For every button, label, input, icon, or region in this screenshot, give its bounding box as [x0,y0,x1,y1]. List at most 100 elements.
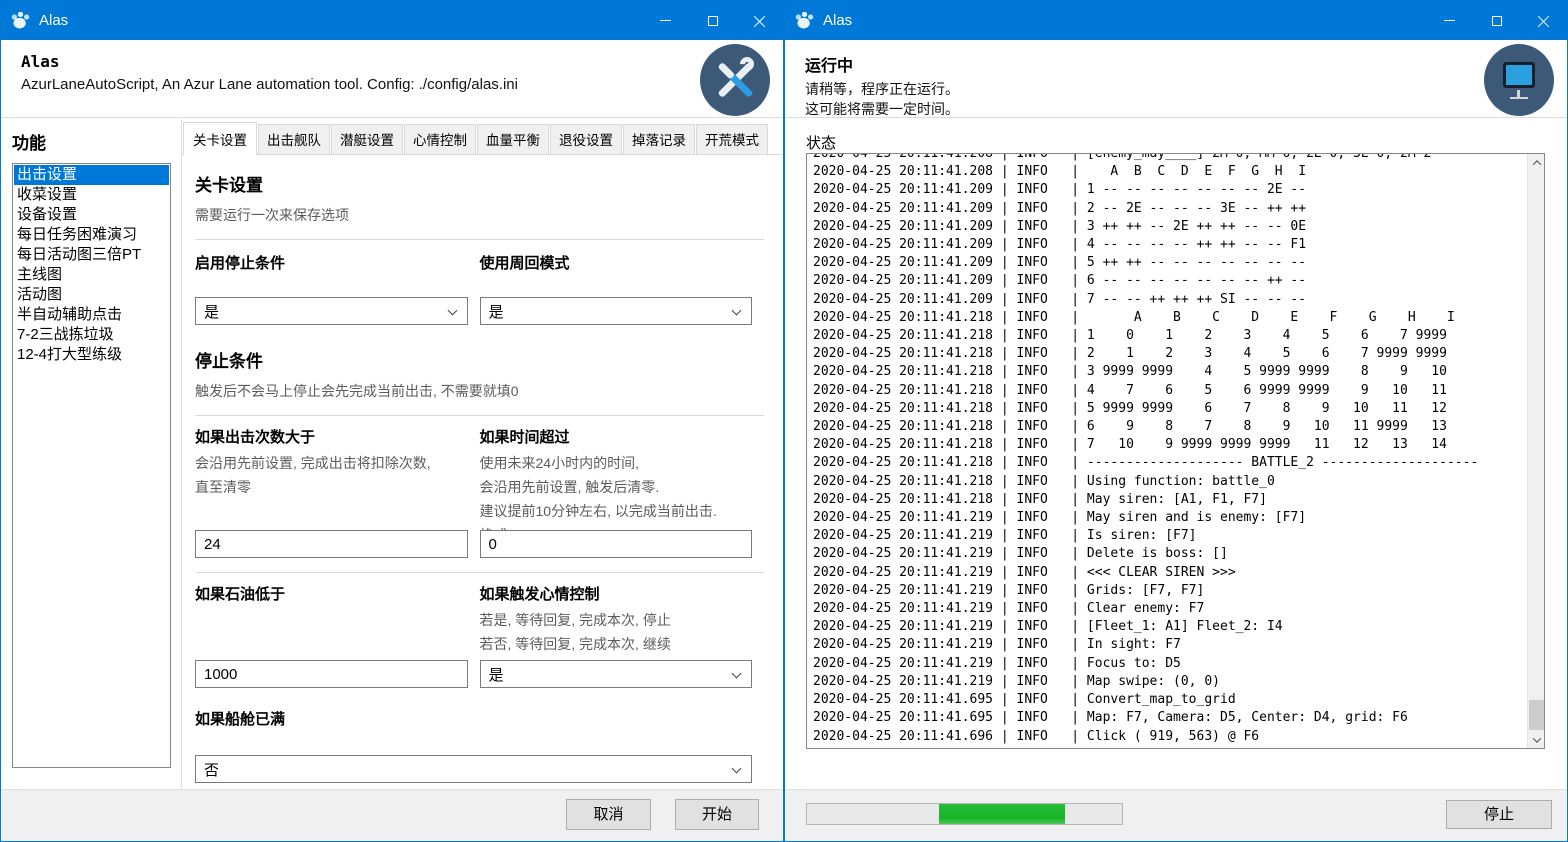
log-line: 2020-04-25 20:11:41.218 | INFO | May sir… [813,491,1526,509]
minimize-button[interactable] [642,1,689,40]
log-line: 2020-04-25 20:11:41.695 | INFO | Convert… [813,691,1526,709]
stop-section-title: 停止条件 [195,347,764,372]
if-time-help: 建议提前10分钟左右, 以完成当前出击. [480,499,753,523]
tab-潜艇设置[interactable]: 潜艇设置 [331,124,403,154]
log-line: 2020-04-25 20:11:41.218 | INFO | 3 9999 … [813,363,1526,381]
if-emotion-select[interactable]: 是 [480,660,753,688]
log-line: 2020-04-25 20:11:41.219 | INFO | Grids: … [813,582,1526,600]
log-line: 2020-04-25 20:11:41.218 | INFO | -------… [813,454,1526,472]
log-line: 2020-04-25 20:11:41.219 | INFO | In sigh… [813,636,1526,654]
sidebar-item[interactable]: 出击设置 [14,165,169,185]
log-output[interactable]: 2020-04-25 20:11:41.208 | INFO | [enemy_… [806,153,1545,749]
progress-bar [806,803,1123,825]
log-line: 2020-04-25 20:11:41.209 | INFO | 5 ++ ++… [813,254,1526,272]
sidebar-item[interactable]: 主线图 [14,265,169,285]
close-button[interactable] [736,1,783,40]
log-line: 2020-04-25 20:11:41.209 | INFO | 3 ++ ++… [813,218,1526,236]
chevron-down-icon [447,306,457,316]
if-oil-label: 如果石油低于 [195,583,468,604]
paw-logo-icon [10,10,31,31]
log-line: 2020-04-25 20:11:41.218 | INFO | A B C D… [813,309,1526,327]
tab-关卡设置[interactable]: 关卡设置 [183,122,257,155]
enable-stop-label: 启用停止条件 [195,252,468,273]
if-count-input[interactable] [195,530,468,558]
if-time-input[interactable] [480,530,753,558]
sidebar-item[interactable]: 半自动辅助点击 [14,305,169,325]
monitor-icon [1503,62,1535,88]
tools-badge [700,44,770,116]
log-line: 2020-04-25 20:11:41.208 | INFO | [enemy_… [813,153,1526,163]
sidebar-item[interactable]: 7-2三战拣垃圾 [14,325,169,345]
if-emotion-help: 若否, 等待回复, 完成本次, 继续 [480,632,753,656]
monitor-stand-icon [1517,90,1520,97]
stop-button[interactable]: 停止 [1446,800,1552,829]
log-lines: 2020-04-25 20:11:41.208 | INFO | [enemy_… [813,153,1526,748]
function-sidebar: 功能 出击设置收菜设置设备设置每日任务困难演习每日活动图三倍PT主线图活动图半自… [1,119,181,789]
status-label: 状态 [806,132,1567,153]
maximize-button[interactable] [1473,1,1520,40]
run-status-line: 请稍等，程序正在运行。 [805,79,1547,99]
log-scrollbar[interactable] [1527,154,1544,748]
chevron-down-icon [732,764,742,774]
select-value: 否 [204,759,219,780]
maximize-icon [1492,16,1502,26]
titlebar[interactable]: Alas [785,1,1567,40]
scrollbar-thumb[interactable] [1529,700,1544,730]
tab-掉落记录[interactable]: 掉落记录 [623,124,695,154]
if-dock-full-label: 如果船舱已满 [195,708,752,729]
sidebar-list[interactable]: 出击设置收菜设置设备设置每日任务困难演习每日活动图三倍PT主线图活动图半自动辅助… [12,163,171,768]
tab-心情控制[interactable]: 心情控制 [404,124,476,154]
sidebar-item[interactable]: 设备设置 [14,205,169,225]
tab-出击舰队[interactable]: 出击舰队 [258,124,330,154]
if-emotion-label: 如果触发心情控制 [480,583,753,604]
log-line: 2020-04-25 20:11:41.219 | INFO | Clear e… [813,600,1526,618]
scroll-down-icon[interactable] [1528,731,1545,748]
minimize-button[interactable] [1426,1,1473,40]
loop-mode-select[interactable]: 是 [480,297,753,325]
app-header: Alas AzurLaneAutoScript, An Azur Lane au… [1,40,783,118]
tab-content: 关卡设置 需要运行一次来保存选项 启用停止条件 是 使用周回模式 [182,155,783,783]
settings-panel: 关卡设置出击舰队潜艇设置心情控制血量平衡退役设置掉落记录开荒模式 关卡设置 需要… [181,119,783,789]
tab-退役设置[interactable]: 退役设置 [550,124,622,154]
monitor-base-icon [1510,97,1528,99]
left-footer: 取消 开始 [1,789,783,841]
divider [195,415,764,416]
cancel-button[interactable]: 取消 [566,799,651,830]
if-time-label: 如果时间超过 [480,426,753,447]
close-icon [1538,15,1550,27]
maximize-button[interactable] [689,1,736,40]
divider [195,572,764,573]
paw-logo-icon [794,10,815,31]
log-line: 2020-04-25 20:11:41.219 | INFO | Map swi… [813,673,1526,691]
sidebar-item[interactable]: 收菜设置 [14,185,169,205]
tab-开荒模式[interactable]: 开荒模式 [696,124,768,154]
sidebar-title: 功能 [12,129,171,154]
enable-stop-select[interactable]: 是 [195,297,468,325]
sidebar-item[interactable]: 每日活动图三倍PT [14,245,169,265]
close-icon [754,15,766,27]
log-line: 2020-04-25 20:11:41.209 | INFO | 7 -- --… [813,291,1526,309]
if-oil-input[interactable] [195,660,468,688]
log-line: 2020-04-25 20:11:41.218 | INFO | 7 10 9 … [813,436,1526,454]
titlebar[interactable]: Alas [1,1,783,40]
sidebar-item[interactable]: 活动图 [14,285,169,305]
if-emotion-help: 若是, 等待回复, 完成本次, 停止 [480,608,753,632]
scroll-up-icon[interactable] [1528,154,1545,171]
run-status-line: 这可能将需要一定时间。 [805,99,1547,119]
maximize-icon [708,16,718,26]
log-line: 2020-04-25 20:11:41.209 | INFO | 1 -- --… [813,181,1526,199]
log-line: 2020-04-25 20:11:41.208 | INFO | A B C D… [813,163,1526,181]
log-line: 2020-04-25 20:11:41.209 | INFO | 2 -- 2E… [813,200,1526,218]
monitor-badge [1484,44,1554,116]
log-line: 2020-04-25 20:11:41.219 | INFO | May sir… [813,509,1526,527]
window-title: Alas [823,12,852,29]
sidebar-item[interactable]: 12-4打大型练级 [14,345,169,365]
stop-section-subtitle: 触发后不会马上停止会先完成当前出击, 不需要就填0 [195,381,764,401]
start-button[interactable]: 开始 [675,799,759,830]
if-dock-full-select[interactable]: 否 [195,755,752,783]
tab-血量平衡[interactable]: 血量平衡 [477,124,549,154]
close-button[interactable] [1520,1,1567,40]
page-title: 关卡设置 [195,171,764,196]
sidebar-item[interactable]: 每日任务困难演习 [14,225,169,245]
log-line: 2020-04-25 20:11:41.219 | INFO | Is sire… [813,527,1526,545]
